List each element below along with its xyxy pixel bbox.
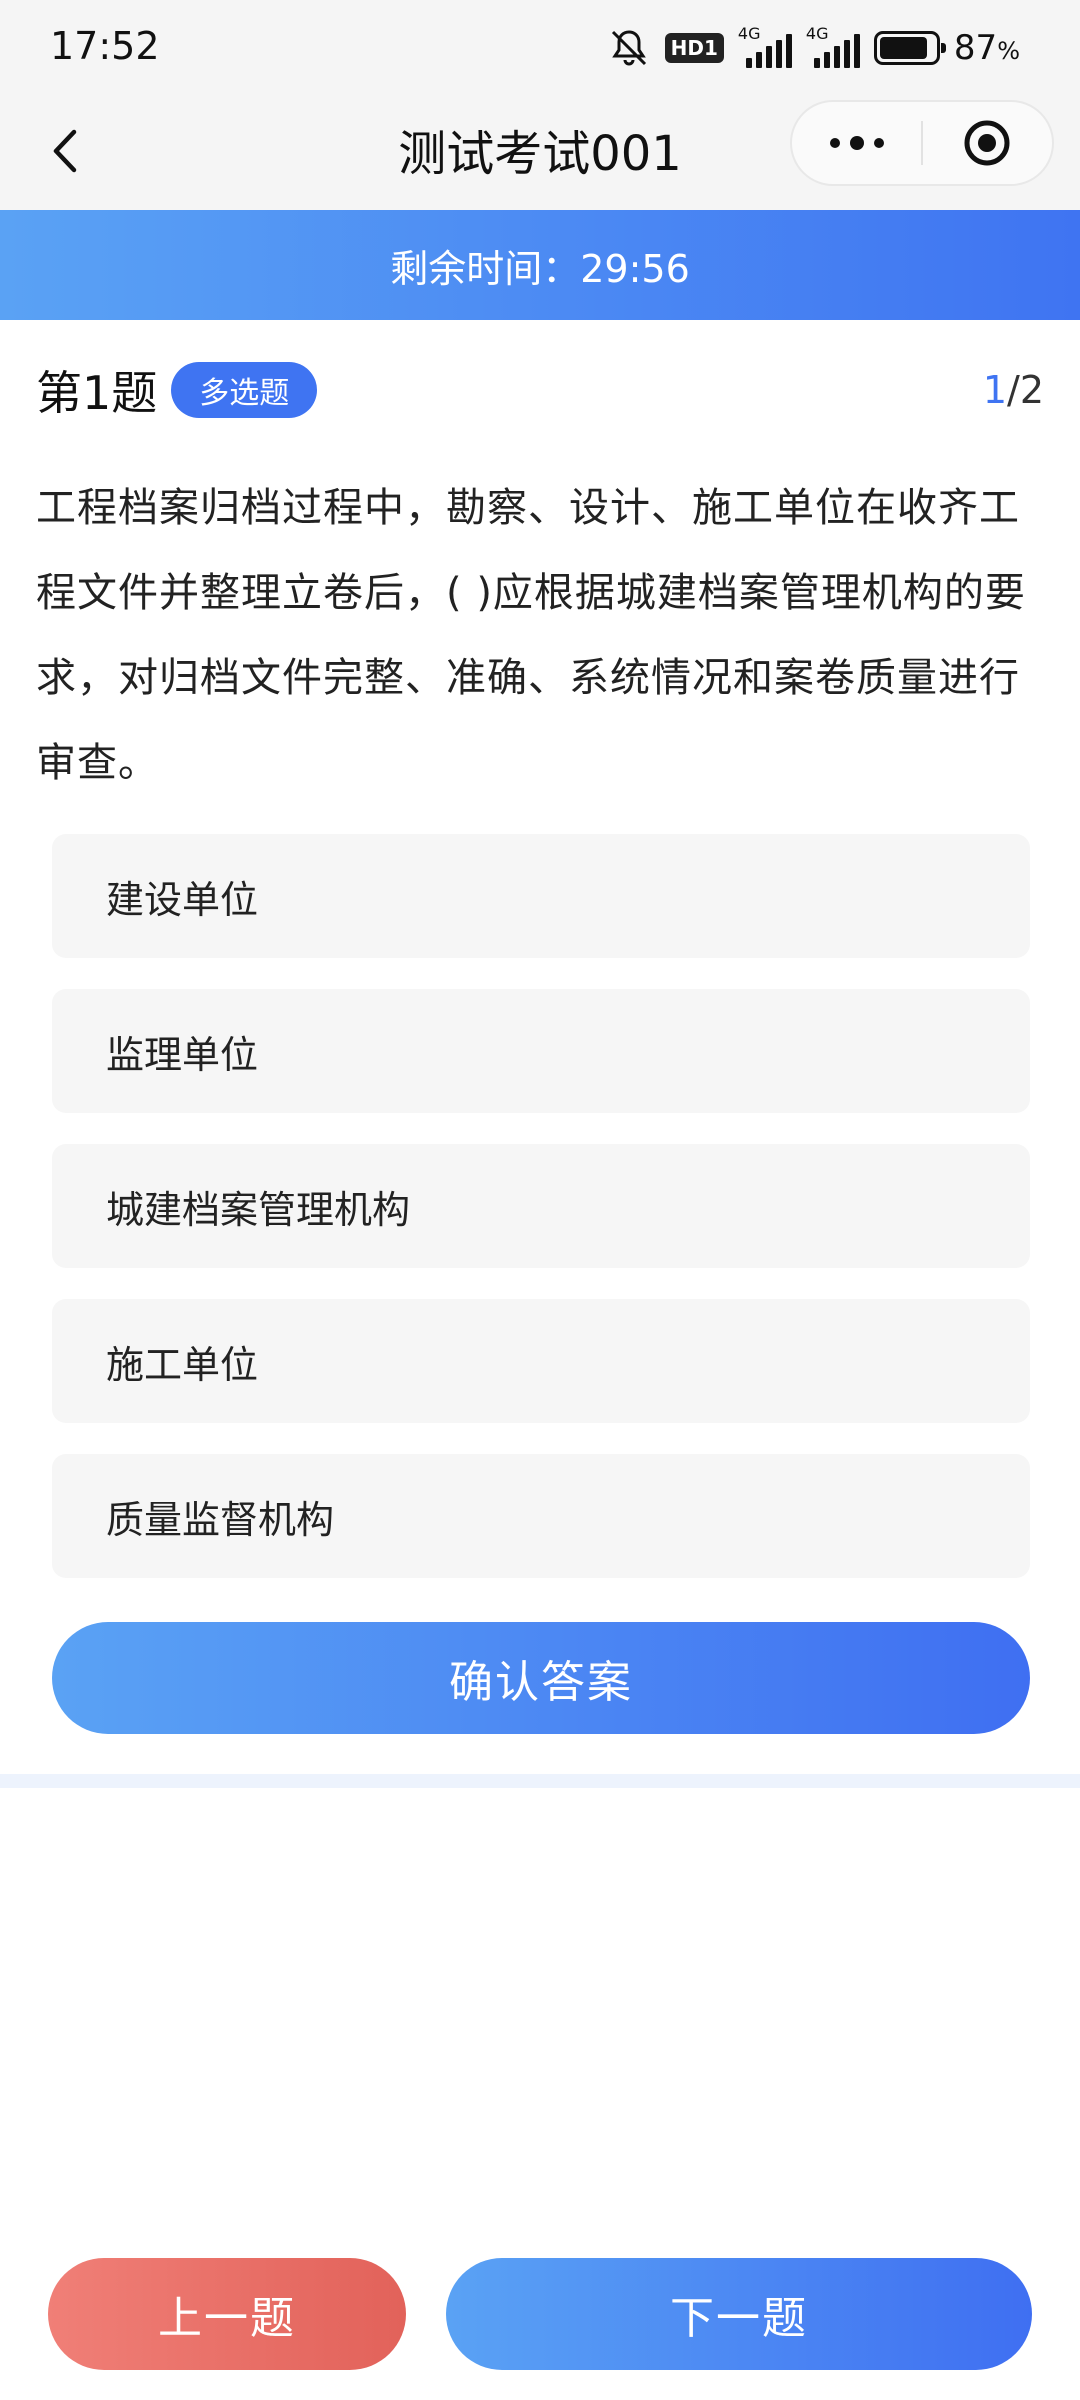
question-number: 第1题 [36, 366, 158, 420]
signal-label-2: 4G [805, 24, 829, 43]
progress-separator: / [1007, 368, 1020, 412]
options-list: 建设单位 监理单位 城建档案管理机构 施工单位 质量监督机构 [52, 834, 1030, 1609]
option-item[interactable]: 城建档案管理机构 [52, 1144, 1030, 1268]
section-divider [0, 1774, 1080, 1788]
battery-percent: 87% [953, 28, 1020, 68]
status-bar: 17:52 HD1 4G 4G 87% [0, 0, 1080, 96]
signal-strength-icon: 4G [738, 24, 792, 68]
option-item[interactable]: 建设单位 [52, 834, 1030, 958]
question-progress: 1/2 [983, 368, 1044, 412]
question-current: 1 [982, 368, 1007, 412]
battery-fill [879, 37, 927, 59]
next-question-button[interactable]: 下一题 [446, 2258, 1032, 2370]
target-close-icon [964, 120, 1010, 166]
battery-icon [873, 31, 946, 65]
option-item[interactable]: 施工单位 [52, 1299, 1030, 1423]
question-header: 第1题 多选题 1/2 [36, 358, 1044, 422]
more-button[interactable] [792, 102, 921, 184]
confirm-answer-button[interactable]: 确认答案 [52, 1622, 1030, 1734]
more-dots-icon [829, 136, 884, 150]
question-type-badge: 多选题 [171, 362, 318, 418]
mini-program-capsule [790, 100, 1054, 186]
previous-question-button[interactable]: 上一题 [48, 2258, 406, 2370]
status-time: 17:52 [50, 24, 160, 68]
close-button[interactable] [923, 102, 1052, 184]
question-text: 工程档案归档过程中，勘察、设计、施工单位在收齐工程文件并整理立卷后，( )应根据… [36, 485, 1026, 786]
nav-bar: 测试考试001 [0, 96, 1080, 210]
option-item[interactable]: 质量监督机构 [52, 1454, 1030, 1578]
signal-label: 4G [737, 24, 761, 43]
mute-bell-icon [611, 30, 646, 66]
hd-badge: HD1 [664, 33, 724, 63]
signal-strength-icon-2: 4G [806, 24, 860, 68]
option-item[interactable]: 监理单位 [52, 989, 1030, 1113]
status-icons: HD1 4G 4G 87% [607, 22, 1020, 74]
remaining-time-banner: 剩余时间：29:56 [0, 210, 1080, 320]
question-total: 2 [1019, 368, 1044, 412]
